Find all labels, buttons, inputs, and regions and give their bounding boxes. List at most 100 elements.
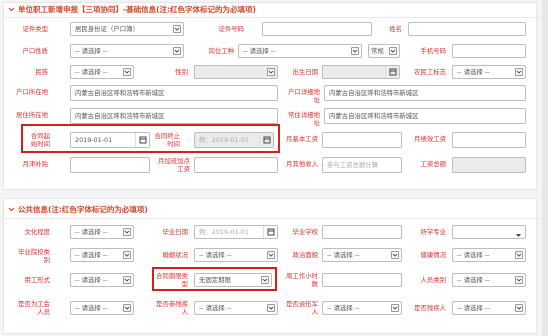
political-select[interactable]: -- 请选择 -- [322, 248, 402, 262]
farmer-select[interactable]: -- 请选择 -- [452, 65, 526, 79]
monthly-perf-input[interactable] [452, 132, 526, 148]
highlight-box [152, 267, 277, 291]
retired-value: -- 请选择 -- [327, 304, 360, 312]
hukou-place-label: 户口所在地 [16, 88, 48, 96]
emp-form-label: 用工形式 [24, 276, 50, 284]
monthly-other-label: 月其他收入 [286, 160, 318, 168]
calendar-icon[interactable] [263, 226, 277, 238]
monthly-perf-label: 月绩效工资 [414, 135, 446, 143]
health-select[interactable]: -- 请选择 -- [452, 248, 526, 262]
residence-label: 居住所在地 [16, 111, 48, 119]
hukou-addr-value: 内蒙古自治区呼和浩特市新城区 [329, 89, 419, 97]
chevron-down-icon [389, 47, 397, 55]
monthly-base-input[interactable] [322, 132, 402, 148]
hukou-nature-select[interactable]: -- 请选择 -- [70, 44, 184, 58]
name-label: 姓名 [389, 25, 402, 33]
divider [5, 218, 543, 219]
grad-date-label: 毕业日期 [162, 228, 188, 236]
calendar-icon[interactable] [385, 66, 399, 78]
id-type-label: 证件类型 [22, 25, 48, 33]
id-type-value: 居民身份证（户口簿） [75, 25, 139, 33]
major-label: 所学专业 [420, 228, 446, 236]
chevron-down-icon [351, 47, 359, 55]
union-select[interactable]: -- 请选择 -- [70, 301, 134, 315]
chevron-down-icon [515, 68, 523, 76]
id-type-select[interactable]: 居民身份证（户口簿） [70, 22, 184, 36]
basic-info-header: 单位职工新增申报【三项协同】-基础信息(注:红色字体标记的为必填项) [8, 4, 256, 15]
nation-select[interactable]: -- 请选择 -- [70, 65, 134, 79]
gender-select[interactable] [194, 65, 278, 79]
id-no-input[interactable] [262, 22, 372, 36]
retired-select[interactable]: -- 请选择 -- [322, 301, 402, 315]
staff-cat-label: 人员类别 [420, 276, 446, 284]
basic-info-title: 单位职工新增申报【三项协同】-基础信息(注:红色字体标记的为必填项) [18, 5, 256, 14]
chevron-down-icon [267, 68, 275, 76]
hukou-place-input[interactable]: 内蒙古自治区呼和浩特市新城区 [70, 85, 278, 101]
scrollbar[interactable] [542, 0, 548, 336]
health-value: -- 请选择 -- [457, 251, 490, 259]
retired-label: 是否退伍军人 [286, 300, 318, 316]
political-value: -- 请选择 -- [327, 251, 360, 259]
marital-value: -- 请选择 -- [199, 251, 232, 259]
minority-select[interactable]: -- 请选择 -- [452, 301, 526, 315]
farmer-label: 农民工标志 [414, 68, 446, 76]
union-label: 是否为工会人员 [18, 300, 50, 316]
edu-label: 文化程度 [24, 228, 50, 236]
grad-date-input[interactable]: 例：2019-01-01 [194, 225, 278, 239]
birth-input[interactable] [322, 65, 400, 79]
monthly-base-label: 月基本工资 [286, 135, 318, 143]
chevron-down-icon [123, 251, 131, 259]
political-label: 政治面貌 [292, 251, 318, 259]
monthly-subsidy-label: 月津补贴 [22, 160, 48, 168]
chevron-down-icon [173, 25, 181, 33]
emp-form-select[interactable]: -- 请选择 -- [70, 273, 134, 287]
public-info-title: 公共信息(注:红色字体标记的为必填项) [18, 205, 148, 214]
work-type-select[interactable]: -- 请选择 -- [238, 44, 362, 58]
hukou-addr-label: 户口详细地址 [288, 88, 320, 104]
weekly-hours-input[interactable] [322, 273, 402, 287]
chevron-down-icon [123, 276, 131, 284]
major-select[interactable] [452, 225, 526, 239]
weekly-hours-label: 周工作小时数 [286, 272, 318, 288]
monthly-subsidy-input[interactable] [70, 157, 150, 173]
phone-label: 手机号码 [420, 47, 446, 55]
residence-input[interactable]: 内蒙古自治区呼和浩特市新城区 [70, 108, 278, 124]
health-label: 健康情况 [420, 251, 446, 259]
permanent-select[interactable]: 常规 [368, 44, 400, 58]
residence-addr-input[interactable]: 内蒙古自治区呼和浩特市新城区 [324, 108, 526, 124]
chevron-down-icon [515, 276, 523, 284]
caret-down-icon [516, 230, 521, 238]
residence-value: 内蒙古自治区呼和浩特市新城区 [75, 112, 165, 120]
disability-label: 是否参残疾人 [156, 300, 188, 316]
work-type-value: -- 请选择 -- [243, 47, 276, 55]
name-input[interactable] [408, 22, 526, 36]
disability-value: -- 请选择 -- [199, 304, 232, 312]
chevron-down-icon [391, 251, 399, 259]
chevron-down-icon [123, 68, 131, 76]
gender-label: 性别 [175, 68, 188, 76]
total-input[interactable] [452, 157, 526, 173]
school-input[interactable] [322, 225, 402, 239]
nation-label: 民族 [35, 68, 48, 76]
monthly-other-input[interactable]: 参与工资总额计算 [322, 157, 402, 173]
monthly-overtime-label: 月加班加点工资 [158, 157, 190, 173]
public-info-header: 公共信息(注:红色字体标记的为必填项) [8, 204, 148, 215]
chevron-down-icon [515, 251, 523, 259]
grad-school-select[interactable]: -- 请选择 -- [70, 248, 134, 262]
marital-select[interactable]: -- 请选择 -- [194, 248, 278, 262]
divider [5, 17, 543, 18]
disability-select[interactable]: -- 请选择 -- [194, 301, 278, 315]
chevron-down-icon [267, 251, 275, 259]
birth-label: 出生日期 [292, 68, 318, 76]
monthly-overtime-input[interactable] [194, 157, 278, 173]
hukou-addr-input[interactable]: 内蒙古自治区呼和浩特市新城区 [324, 85, 526, 101]
phone-input[interactable] [452, 44, 526, 58]
id-no-label: 证件号码 [218, 25, 244, 33]
grad-school-value: -- 请选择 -- [75, 251, 108, 259]
edu-value: -- 请选择 -- [75, 228, 108, 236]
minority-value: -- 请选择 -- [457, 304, 490, 312]
edu-select[interactable]: -- 请选择 -- [70, 225, 134, 239]
grad-school-label: 毕业院校类别 [18, 248, 50, 264]
staff-cat-select[interactable]: -- 请选择 -- [452, 273, 526, 287]
chevron-icon [8, 6, 15, 13]
